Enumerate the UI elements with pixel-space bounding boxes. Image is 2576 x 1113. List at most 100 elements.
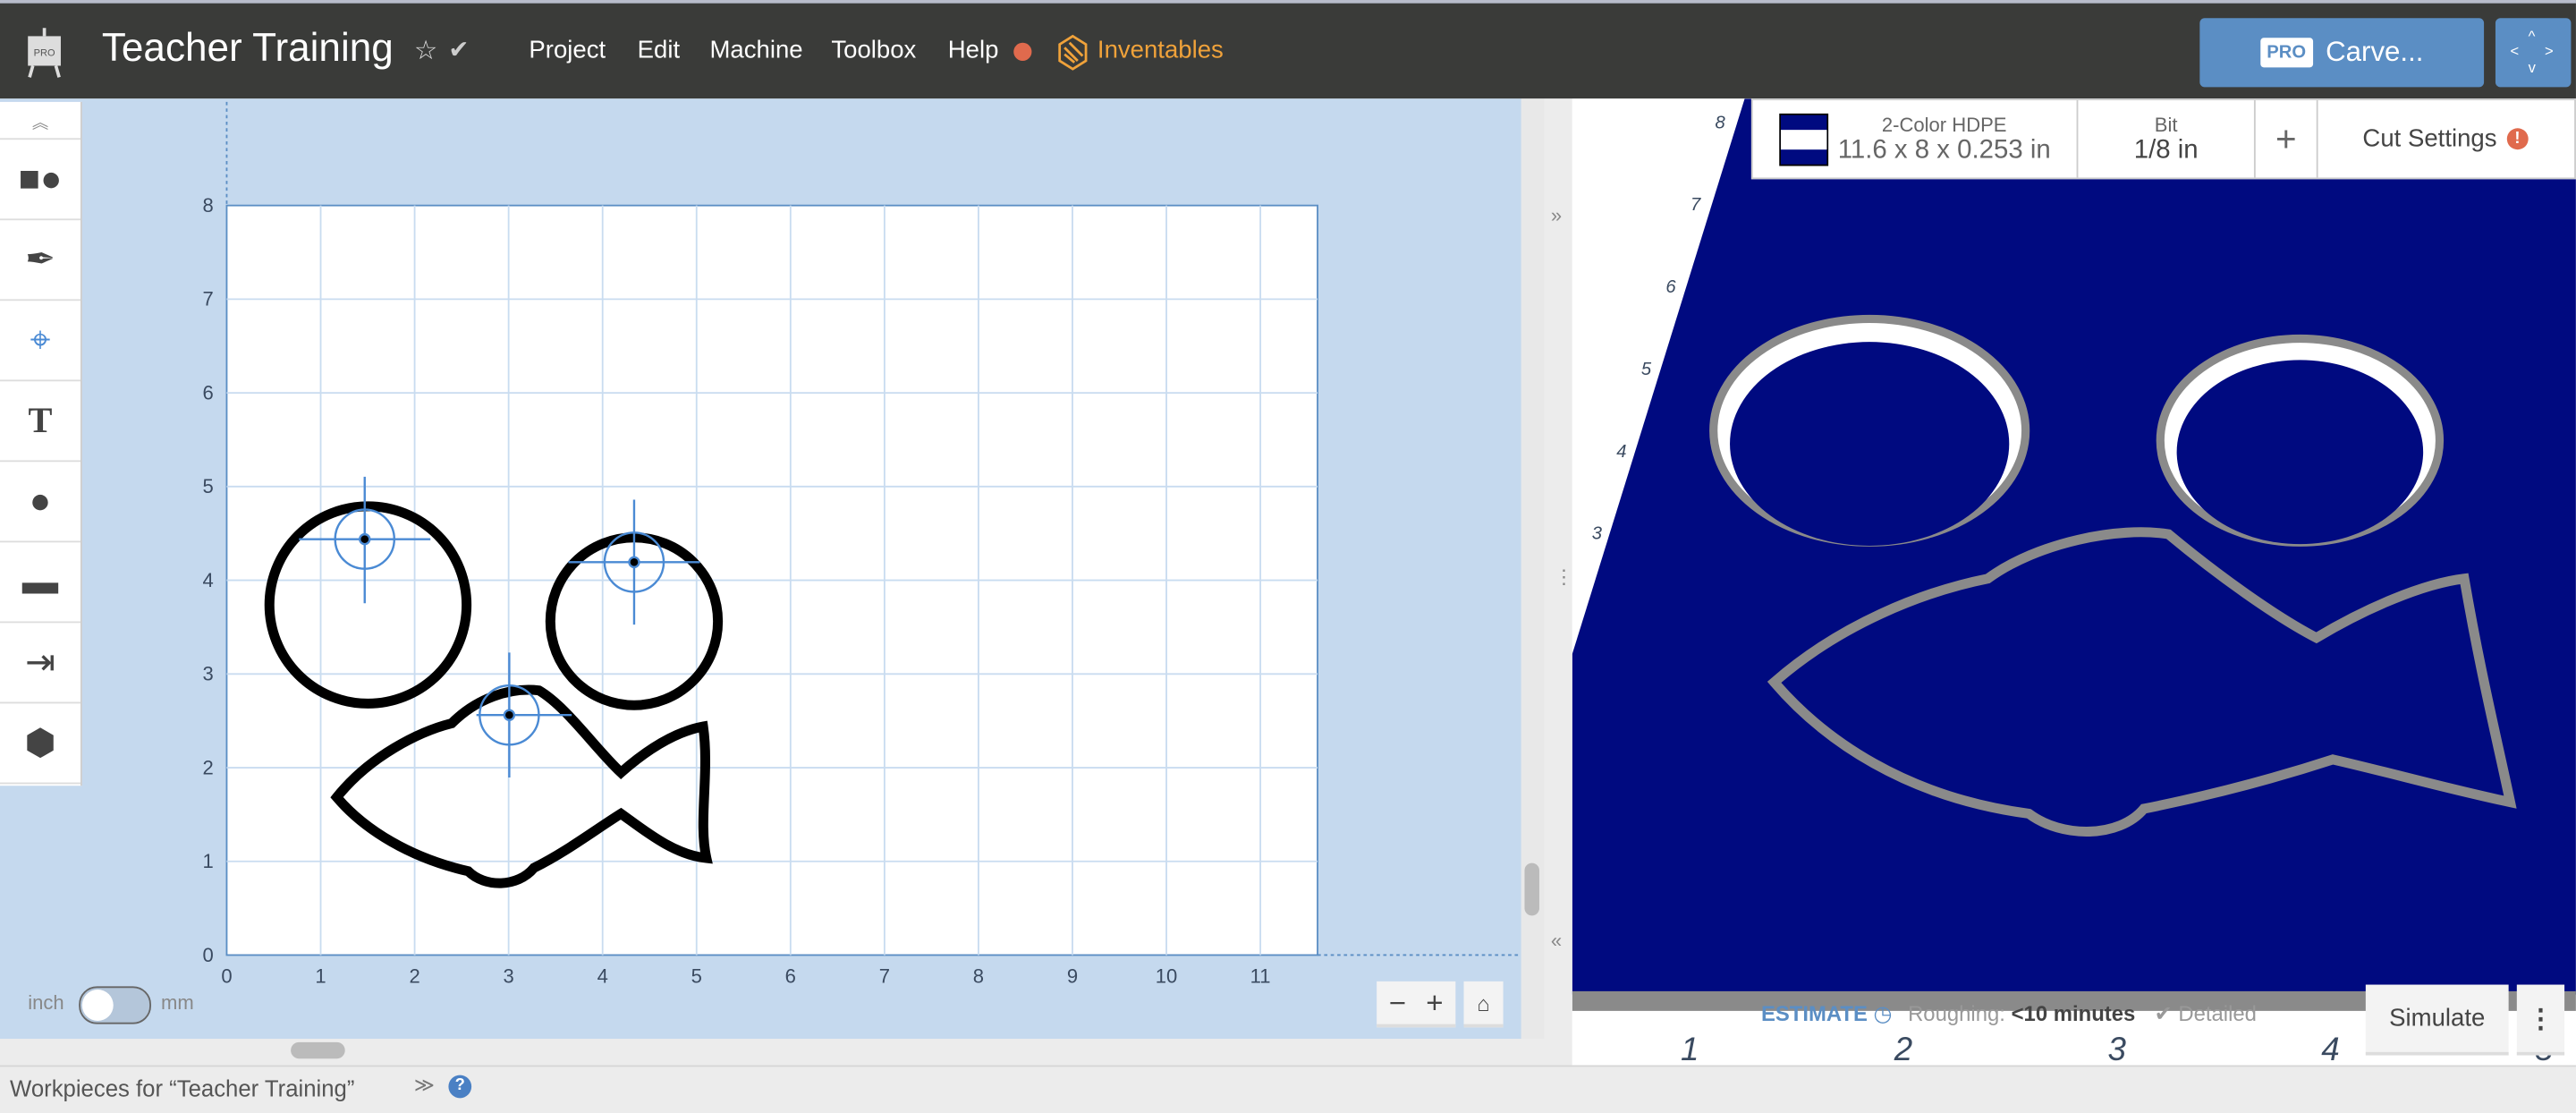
arrow-left-icon: < xyxy=(2510,42,2520,60)
y-tick-label: 5 xyxy=(203,475,214,497)
menu-edit[interactable]: Edit xyxy=(638,36,680,64)
unit-inch-label: inch xyxy=(28,990,64,1015)
material-name: 2-Color HDPE xyxy=(1881,112,2007,136)
inventables-link[interactable]: Inventables xyxy=(1097,36,1224,64)
pro-badge: PRO xyxy=(2259,38,2313,68)
add-bit-button[interactable]: + xyxy=(2256,100,2318,178)
carve-label: Carve... xyxy=(2326,36,2424,68)
y-tick-label: 6 xyxy=(203,381,214,404)
unit-toggle[interactable] xyxy=(79,986,151,1024)
x-tick-label: 5 xyxy=(691,965,702,988)
material-dimensions: 11.6 x 8 x 0.253 in xyxy=(1837,135,2051,164)
y-tick-label: 0 xyxy=(203,944,214,966)
x-tick-label: 10 xyxy=(1156,965,1178,988)
arrow-up-icon: ^ xyxy=(2528,28,2536,45)
x-tick-label: 8 xyxy=(973,965,984,988)
zoom-controls: − + xyxy=(1377,981,1456,1028)
home-icon: ⌂ xyxy=(1477,990,1490,1015)
icon-library-tool[interactable]: ● xyxy=(0,462,80,543)
x-tick-label: 6 xyxy=(785,965,796,988)
cut-settings-button[interactable]: Cut Settings! xyxy=(2318,100,2573,177)
detailed-label: Detailed xyxy=(2178,1000,2257,1026)
y-tick-label: 8 xyxy=(203,194,214,217)
drag-handle-icon[interactable]: ⋮ xyxy=(1555,565,1574,589)
pen-tool[interactable]: ✒ xyxy=(0,220,80,302)
simulate-button[interactable]: Simulate xyxy=(2365,984,2509,1056)
menu-help[interactable]: Help xyxy=(948,36,999,64)
material-selector[interactable]: 2-Color HDPE 11.6 x 8 x 0.253 in xyxy=(1753,100,2079,178)
side-ruler-label: 7 xyxy=(1690,195,1701,215)
x-tick-label: 2 xyxy=(409,965,419,988)
import-tool[interactable]: ⇥ xyxy=(0,623,80,704)
more-options-button[interactable]: ⋮ xyxy=(2516,984,2565,1056)
top-bar: PRO Teacher Training ☆ ✔ Project Edit Ma… xyxy=(0,0,2576,99)
ruler-label: 1 xyxy=(1680,1032,1699,1066)
side-ruler-label: 6 xyxy=(1665,277,1676,297)
text-tool[interactable]: T xyxy=(0,381,80,463)
ruler-label: 3 xyxy=(2107,1032,2126,1066)
menu-machine[interactable]: Machine xyxy=(709,36,802,64)
vertical-scrollbar[interactable] xyxy=(1521,98,1545,1040)
material-settings-bar: 2-Color HDPE 11.6 x 8 x 0.253 in Bit 1/8 i… xyxy=(1750,98,2576,180)
y-tick-label: 1 xyxy=(203,850,214,872)
arrow-down-icon: v xyxy=(2528,59,2536,76)
cut-settings-label: Cut Settings xyxy=(2362,124,2497,153)
home-view-button[interactable]: ⌂ xyxy=(1463,981,1504,1028)
zoom-out-button[interactable]: − xyxy=(1389,985,1406,1020)
3d-box-icon: ⬢ xyxy=(24,721,56,763)
design-canvas-area[interactable]: 0 1 2 3 4 5 6 7 8 9 10 11 0 1 2 3 4 5 6 7 8 inch mm − + ⌂ xyxy=(0,98,1521,1040)
shapes-tool[interactable]: ■● xyxy=(0,140,80,221)
apple-icon: ● xyxy=(29,480,52,522)
estimate-label: ESTIMATE xyxy=(1760,1000,1868,1026)
x-tick-label: 0 xyxy=(221,965,232,988)
expand-right-icon[interactable]: » xyxy=(1551,204,1562,227)
text-icon: T xyxy=(28,399,53,441)
ruler-label: 2 xyxy=(1894,1032,1913,1066)
panel-divider[interactable]: » ⋮ « xyxy=(1544,98,1574,1066)
alert-icon: ! xyxy=(2506,128,2529,150)
import-icon: ⇥ xyxy=(25,641,55,683)
x-tick-label: 7 xyxy=(879,965,890,988)
y-tick-label: 3 xyxy=(203,663,214,685)
x-tick-label: 1 xyxy=(315,965,326,988)
shapes-icon: ■● xyxy=(18,157,63,200)
collapse-toolbar-button[interactable]: ︽ xyxy=(0,102,80,140)
carve-button[interactable]: PRO Carve... xyxy=(2199,18,2485,88)
x-tick-label: 4 xyxy=(597,965,608,988)
zoom-in-button[interactable]: + xyxy=(1426,985,1443,1020)
material-swatch-icon xyxy=(1778,112,1828,166)
apps-tool[interactable]: ▬ xyxy=(0,542,80,624)
easel-pro-logo[interactable]: PRO xyxy=(23,26,66,79)
workpieces-toggle[interactable]: Workpieces for “Teacher Training” xyxy=(10,1075,354,1101)
estimate-bar: ESTIMATE ◷ Roughing: <10 minutes ✔ Detai… xyxy=(1761,1001,2257,1027)
side-ruler-label: 5 xyxy=(1641,360,1652,379)
3d-tool[interactable]: ⬢ xyxy=(0,703,80,785)
bit-value: 1/8 in xyxy=(2133,135,2199,164)
roughing-time: <10 minutes xyxy=(2011,1000,2136,1026)
notification-dot xyxy=(1013,42,1032,61)
pen-icon: ✒ xyxy=(25,238,55,280)
saved-check-icon: ✔ xyxy=(448,36,470,64)
3d-preview[interactable]: 8 7 6 5 4 3 ESTIMATE ◷ Roughing: <10 minutes … xyxy=(1572,98,2576,1066)
bit-selector[interactable]: Bit 1/8 in xyxy=(2078,100,2256,178)
machine-jog-button[interactable]: ^ < > v xyxy=(2495,18,2572,88)
horizontal-scrollbar[interactable] xyxy=(0,1039,1521,1066)
point-tool[interactable]: ⌖ xyxy=(0,301,80,382)
star-icon[interactable]: ☆ xyxy=(414,35,437,68)
menu-toolbox[interactable]: Toolbox xyxy=(831,36,916,64)
clock-icon: ◷ xyxy=(1873,1000,1893,1026)
design-canvas[interactable]: 0 1 2 3 4 5 6 7 8 9 10 11 0 1 2 3 4 5 6 7 8 xyxy=(0,98,1521,1039)
inventables-logo-icon xyxy=(1058,34,1088,71)
expand-chevron-icon[interactable]: ≫ xyxy=(414,1074,435,1097)
ruler-label: 4 xyxy=(2321,1032,2340,1066)
x-tick-label: 9 xyxy=(1067,965,1078,988)
menu-project[interactable]: Project xyxy=(529,36,606,64)
side-ruler-label: 3 xyxy=(1592,524,1603,544)
project-title[interactable]: Teacher Training xyxy=(102,26,394,72)
bit-label: Bit xyxy=(2154,112,2178,136)
y-tick-label: 4 xyxy=(203,569,214,591)
x-tick-label: 11 xyxy=(1250,965,1271,988)
expand-left-icon[interactable]: « xyxy=(1551,929,1562,952)
side-ruler-label: 8 xyxy=(1716,113,1726,132)
help-icon[interactable]: ? xyxy=(448,1075,472,1099)
